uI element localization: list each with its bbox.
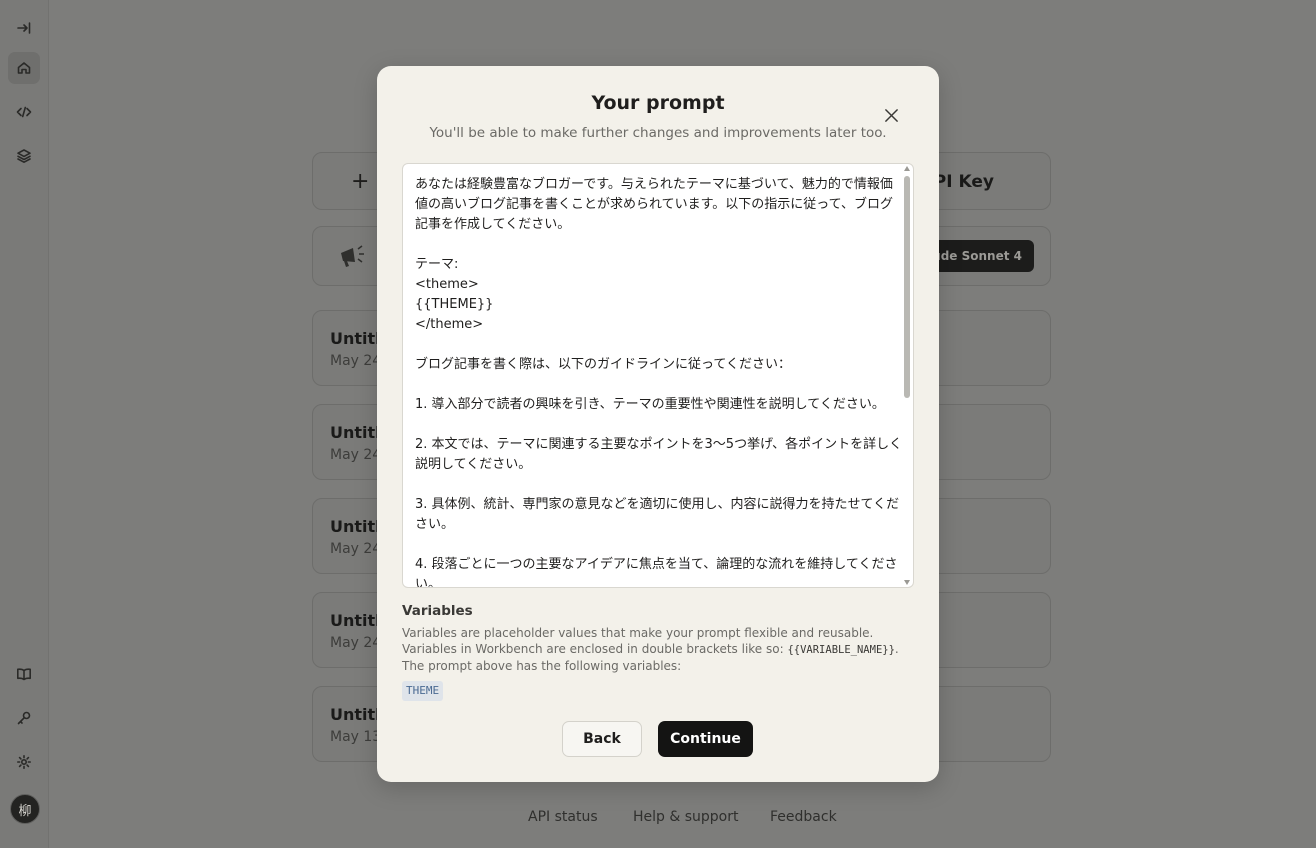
model-selector[interactable]: aude Sonnet 4 xyxy=(924,240,1034,272)
variable-chip-theme: THEME xyxy=(402,681,444,701)
prompt-dialog: Your prompt You'll be able to make furth… xyxy=(377,66,939,782)
home-button[interactable] xyxy=(8,52,40,84)
list-item-date: May 24 xyxy=(330,353,382,369)
prompt-scrollbar[interactable] xyxy=(903,166,912,585)
prompt-text: あなたは経験豊富なブロガーです。与えられたテーマに基づいて、魅力的で情報価値の高… xyxy=(415,177,903,588)
layers-icon xyxy=(17,149,31,163)
feedback-link[interactable]: Feedback xyxy=(770,809,837,825)
home-icon xyxy=(17,62,31,74)
list-item-date: May 13 xyxy=(330,729,382,745)
prompt-textarea[interactable]: あなたは経験豊富なブロガーです。与えられたテーマに基づいて、魅力的で情報価値の高… xyxy=(402,163,914,588)
api-status-link[interactable]: API status xyxy=(528,809,598,825)
variables-desc-line2: Variables in Workbench are enclosed in d… xyxy=(402,641,912,658)
gear-icon xyxy=(17,755,31,769)
sidebar: 柳 xyxy=(0,0,49,848)
list-item-date: May 24 xyxy=(330,447,382,463)
back-button[interactable]: Back xyxy=(562,721,642,757)
variable-syntax-example: {{VARIABLE_NAME}} xyxy=(787,644,895,656)
dialog-title: Your prompt xyxy=(591,92,725,114)
avatar-initial: 柳 xyxy=(18,803,32,819)
continue-button[interactable]: Continue xyxy=(658,721,753,757)
list-item-title: Untitl xyxy=(330,611,381,630)
scroll-up-icon[interactable] xyxy=(904,166,910,171)
scroll-down-icon[interactable] xyxy=(904,580,910,585)
close-icon xyxy=(884,108,898,122)
megaphone-icon xyxy=(341,245,364,267)
scrollbar-thumb[interactable] xyxy=(904,176,910,398)
continue-button-label: Continue xyxy=(670,731,741,747)
variables-heading: Variables xyxy=(402,603,473,619)
back-button-label: Back xyxy=(583,731,621,747)
variables-description: Variables are placeholder values that ma… xyxy=(402,625,912,674)
close-button[interactable] xyxy=(880,104,902,126)
api-keys-button[interactable] xyxy=(8,702,40,734)
expand-sidebar-button[interactable] xyxy=(8,12,40,44)
layers-button[interactable] xyxy=(8,140,40,172)
list-item-title: Untitl xyxy=(330,423,381,442)
variables-desc-line3: The prompt above has the following varia… xyxy=(402,659,682,673)
code-icon xyxy=(16,106,32,118)
plus-icon: + xyxy=(351,169,370,194)
book-icon xyxy=(17,668,31,681)
docs-button[interactable] xyxy=(8,658,40,690)
variables-desc-line2-end: . xyxy=(894,642,899,656)
settings-button[interactable] xyxy=(8,746,40,778)
list-item-date: May 24 xyxy=(330,635,382,651)
key-icon xyxy=(17,711,31,725)
help-support-link[interactable]: Help & support xyxy=(633,809,739,825)
dialog-subtitle: You'll be able to make further changes a… xyxy=(429,125,887,141)
code-button[interactable] xyxy=(8,96,40,128)
list-item-title: Untitl xyxy=(330,329,381,348)
variables-desc-line2-text: Variables in Workbench are enclosed in d… xyxy=(402,642,788,656)
list-item-title: Untitl xyxy=(330,705,381,724)
variables-desc-line1: Variables are placeholder values that ma… xyxy=(402,626,874,640)
expand-sidebar-icon xyxy=(17,22,31,34)
list-item-date: May 24 xyxy=(330,541,382,557)
list-item-title: Untitl xyxy=(330,517,381,536)
avatar[interactable]: 柳 xyxy=(10,794,40,824)
